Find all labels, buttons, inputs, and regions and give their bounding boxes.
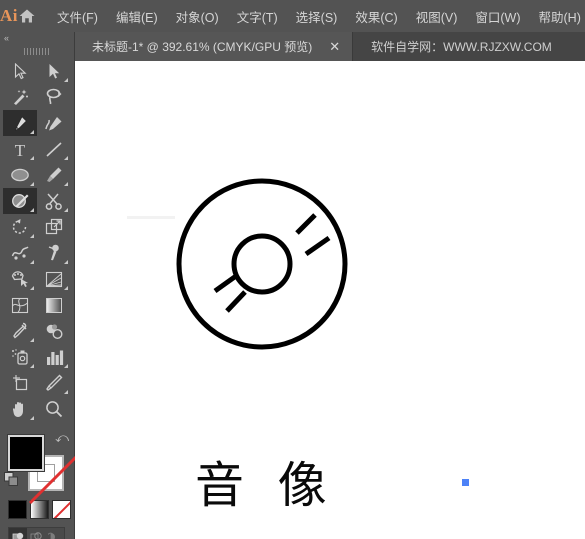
illustrator-window: Ai 文件(F) 编辑(E) 对象(O) 文字(T) 选择(S) 效果(C) 视… xyxy=(0,0,585,539)
tool-flyout-indicator xyxy=(64,364,68,368)
tool-flyout-indicator xyxy=(30,338,34,342)
eyedropper-tool[interactable] xyxy=(3,318,37,344)
hand-tool[interactable] xyxy=(3,396,37,422)
paintbrush-tool[interactable] xyxy=(37,162,71,188)
fill-stroke-swatches: ⤺ xyxy=(0,428,78,505)
puppet-warp-tool[interactable] xyxy=(37,240,71,266)
curvature-tool[interactable] xyxy=(37,110,71,136)
draw-normal-button[interactable] xyxy=(9,528,28,539)
draw-inside-button[interactable] xyxy=(46,528,64,539)
document-tab[interactable]: 未标题-1* @ 392.61% (CMYK/GPU 预览) ✕ xyxy=(75,32,354,61)
none-mode-button[interactable] xyxy=(52,500,71,519)
shape-builder-tool[interactable] xyxy=(3,266,37,292)
artwork-label-text[interactable]: 音 像 xyxy=(195,446,336,517)
ellipse-tool[interactable] xyxy=(3,162,37,188)
swap-fill-stroke-icon[interactable]: ⤺ xyxy=(55,430,69,446)
tool-flyout-indicator xyxy=(64,260,68,264)
tool-flyout-indicator xyxy=(64,182,68,186)
menu-type[interactable]: 文字(T) xyxy=(228,3,287,30)
tool-flyout-indicator xyxy=(64,390,68,394)
selected-anchor-point[interactable] xyxy=(462,479,469,486)
tool-flyout-indicator xyxy=(30,182,34,186)
slice-tool[interactable] xyxy=(37,370,71,396)
artboard-tool[interactable] xyxy=(3,370,37,396)
zoom-tool[interactable] xyxy=(37,396,71,422)
menu-edit[interactable]: 编辑(E) xyxy=(107,3,167,30)
lasso-tool[interactable] xyxy=(37,84,71,110)
close-icon[interactable]: ✕ xyxy=(326,40,343,53)
menu-bar: Ai 文件(F) 编辑(E) 对象(O) 文字(T) 选择(S) 效果(C) 视… xyxy=(0,0,585,32)
svg-text:T: T xyxy=(15,141,26,158)
direct-selection-tool[interactable] xyxy=(37,58,71,84)
grip-dots-icon xyxy=(24,48,50,55)
watermark-text: 软件自学网：WWW.RJZXW.COM xyxy=(371,40,552,54)
tool-flyout-indicator xyxy=(30,286,34,290)
fill-swatch[interactable] xyxy=(7,434,45,472)
ai-logo: Ai xyxy=(0,6,18,25)
perspective-grid-tool[interactable] xyxy=(37,266,71,292)
menu-effect[interactable]: 效果(C) xyxy=(346,3,406,30)
menu-window[interactable]: 窗口(W) xyxy=(466,3,529,30)
tool-flyout-indicator xyxy=(64,156,68,160)
width-tool[interactable] xyxy=(3,240,37,266)
tool-flyout-indicator xyxy=(30,208,34,212)
tool-flyout-indicator xyxy=(30,156,34,160)
tool-flyout-indicator xyxy=(30,130,34,134)
pen-tool[interactable] xyxy=(3,110,37,136)
rotate-tool[interactable] xyxy=(3,214,37,240)
home-icon[interactable] xyxy=(18,0,36,32)
scissors-tool[interactable] xyxy=(37,188,71,214)
drawing-mode-buttons xyxy=(8,527,65,539)
document-tab-bar: 未标题-1* @ 392.61% (CMYK/GPU 预览) ✕ 软件自学网：W… xyxy=(75,32,585,61)
tools-panel-header: « xyxy=(0,32,74,45)
symbol-sprayer-tool[interactable] xyxy=(3,344,37,370)
document-canvas[interactable]: 音 像 xyxy=(75,61,585,539)
menu-view[interactable]: 视图(V) xyxy=(407,3,467,30)
tools-panel-drag-handle[interactable] xyxy=(0,45,74,58)
menu-object[interactable]: 对象(O) xyxy=(167,3,228,30)
tool-flyout-indicator xyxy=(30,364,34,368)
tool-grid: T xyxy=(0,58,74,422)
line-segment-tool[interactable] xyxy=(37,136,71,162)
document-tab-title: 未标题-1* @ 392.61% (CMYK/GPU 预览) xyxy=(92,40,313,54)
tool-flyout-indicator xyxy=(30,416,34,420)
selection-tool[interactable] xyxy=(3,58,37,84)
tool-flyout-indicator xyxy=(64,286,68,290)
mesh-tool[interactable] xyxy=(3,292,37,318)
menu-select[interactable]: 选择(S) xyxy=(287,3,347,30)
tool-flyout-indicator xyxy=(30,234,34,238)
shaper-tool[interactable] xyxy=(3,188,37,214)
gradient-mode-button[interactable] xyxy=(30,500,49,519)
menu-item-list: 文件(F) 编辑(E) 对象(O) 文字(T) 选择(S) 效果(C) 视图(V… xyxy=(42,3,585,30)
color-mode-button[interactable] xyxy=(8,500,27,519)
disc-inner-circle xyxy=(231,233,293,295)
tools-panel: « T ⤺ xyxy=(0,32,78,539)
draw-behind-button[interactable] xyxy=(27,528,45,539)
tool-flyout-indicator xyxy=(30,260,34,264)
menu-help[interactable]: 帮助(H) xyxy=(530,3,585,30)
blend-tool[interactable] xyxy=(37,318,71,344)
gradient-tool[interactable] xyxy=(37,292,71,318)
default-colors-icon[interactable] xyxy=(4,472,19,487)
menu-file[interactable]: 文件(F) xyxy=(48,3,107,30)
free-transform-tool[interactable] xyxy=(37,214,71,240)
magic-wand-tool[interactable] xyxy=(3,84,37,110)
column-graph-tool[interactable] xyxy=(37,344,71,370)
tool-flyout-indicator xyxy=(64,208,68,212)
collapse-panel-icon[interactable]: « xyxy=(4,34,9,43)
tool-flyout-indicator xyxy=(64,78,68,82)
color-mode-buttons xyxy=(0,500,74,519)
type-tool[interactable]: T xyxy=(3,136,37,162)
